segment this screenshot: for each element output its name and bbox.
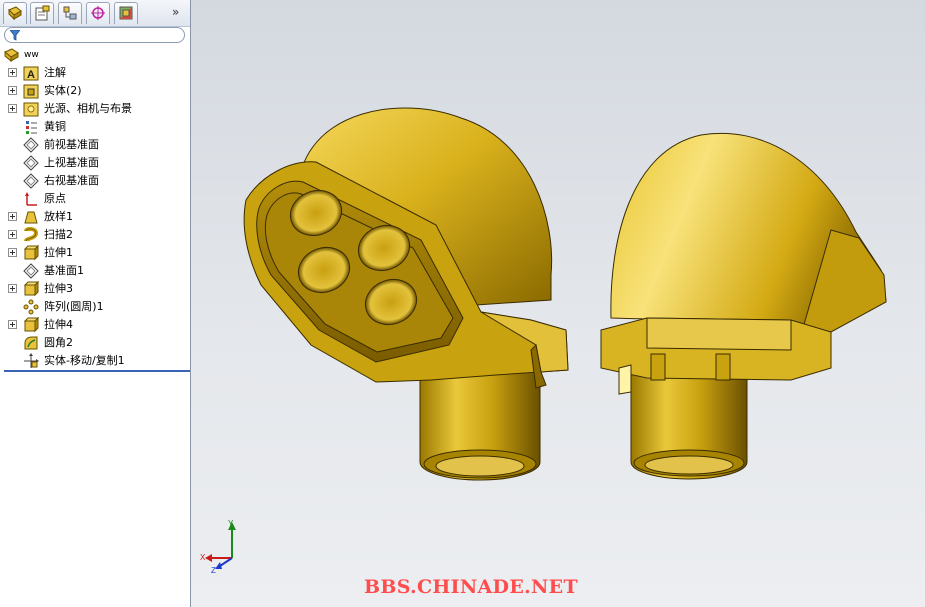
circular-pattern-icon [23, 299, 39, 315]
dimxpert-manager-tab[interactable] [86, 2, 110, 24]
extrude-icon [23, 317, 39, 333]
material-icon [26, 121, 37, 134]
property-manager-tab-icon [35, 5, 50, 21]
tree-item[interactable]: 实体(2) [0, 82, 190, 100]
feature-manager-panel: » ww A 注解实体(2) 光源、相机与布景 黄铜前视基准面上视基准面右视基准面原点… [0, 0, 191, 607]
filter-icon [10, 30, 20, 41]
expand-toggle-icon[interactable] [8, 212, 17, 221]
tree-item-label: 原点 [44, 192, 66, 205]
tree-root-part[interactable]: ww [0, 46, 190, 64]
tree-item[interactable]: 黄铜 [0, 118, 190, 136]
tree-item[interactable]: 阵列(圆周)1 [0, 298, 190, 316]
tree-item[interactable]: 拉伸1 [0, 244, 190, 262]
feature-manager-tab-icon [8, 6, 22, 21]
site-watermark: BBS.CHINADE.NET [364, 576, 578, 598]
configuration-manager-tab-icon [63, 6, 77, 20]
plane-icon [23, 137, 39, 153]
plane-icon [23, 155, 39, 171]
tree-item-label: 黄铜 [44, 120, 66, 133]
expand-toggle-icon[interactable] [8, 230, 17, 239]
triad-z-label: Z [211, 566, 216, 574]
tree-item-label: 扫描2 [44, 228, 73, 241]
tree-item-label: 实体-移动/复制1 [44, 354, 125, 367]
svg-text:A: A [27, 69, 35, 81]
rollback-bar[interactable] [4, 370, 190, 372]
tree-item[interactable]: 上视基准面 [0, 154, 190, 172]
tree-item[interactable]: 前视基准面 [0, 136, 190, 154]
tree-item-label: 基准面1 [44, 264, 84, 277]
tree-item-label: 注解 [44, 66, 66, 79]
configuration-manager-tab[interactable] [58, 2, 82, 24]
expand-toggle-icon[interactable] [8, 248, 17, 257]
tree-item[interactable]: 拉伸3 [0, 280, 190, 298]
graphics-viewport[interactable]: Y X Z [191, 0, 925, 607]
tree-item-label: 阵列(圆周)1 [44, 300, 104, 313]
tree-item[interactable]: A 注解 [0, 64, 190, 82]
expand-toggle-icon[interactable] [8, 86, 17, 95]
expand-toggle-icon[interactable] [8, 320, 17, 329]
tree-item[interactable]: 放样1 [0, 208, 190, 226]
move-copy-body-icon [24, 353, 39, 368]
property-manager-tab[interactable] [30, 2, 54, 24]
tree-item[interactable]: 基准面1 [0, 262, 190, 280]
lights-cameras-icon [23, 102, 39, 117]
sweep-icon [24, 227, 39, 242]
feature-filter-input[interactable] [4, 27, 185, 43]
fillet-icon [24, 336, 38, 350]
panel-tab-bar: » [0, 0, 190, 27]
triad-y-label: Y [228, 519, 234, 528]
tree-item-label: 光源、相机与布景 [44, 102, 132, 115]
part-icon [4, 48, 19, 63]
tree-item-label: 拉伸3 [44, 282, 73, 295]
triad-x-label: X [200, 553, 206, 562]
expand-toggle-icon[interactable] [8, 104, 17, 113]
expand-toggle-icon[interactable] [8, 68, 17, 77]
annotation-icon: A [23, 66, 39, 81]
tree-item-label: 拉伸4 [44, 318, 73, 331]
tree-root-label: ww [24, 50, 39, 60]
tree-item[interactable]: 实体-移动/复制1 [0, 352, 190, 370]
dimxpert-manager-tab-icon [91, 6, 105, 20]
tree-item[interactable]: 光源、相机与布景 [0, 100, 190, 118]
expand-toggle-icon[interactable] [8, 284, 17, 293]
view-orientation-triad: Y X Z [200, 519, 236, 574]
tree-item[interactable]: 圆角2 [0, 334, 190, 352]
solid-bodies-icon [23, 84, 39, 99]
tree-item-label: 放样1 [44, 210, 73, 223]
plane-icon [23, 173, 39, 189]
tree-item-label: 右视基准面 [44, 174, 99, 187]
more-tabs-chevron-icon[interactable]: » [172, 4, 186, 20]
tree-item[interactable]: 原点 [0, 190, 190, 208]
feature-manager-tab[interactable] [3, 2, 27, 24]
tree-item[interactable]: 拉伸4 [0, 316, 190, 334]
brass-fitting-models[interactable] [191, 0, 925, 607]
tree-item-label: 前视基准面 [44, 138, 99, 151]
tree-item-label: 拉伸1 [44, 246, 73, 259]
tree-item-label: 实体(2) [44, 84, 82, 97]
tree-item-label: 圆角2 [44, 336, 73, 349]
fitting-body-1[interactable] [243, 107, 569, 481]
display-manager-tab[interactable] [114, 2, 138, 24]
plane-icon [23, 263, 39, 279]
loft-icon [24, 211, 38, 224]
extrude-icon [23, 281, 39, 297]
fitting-body-2[interactable] [600, 132, 887, 480]
tree-item[interactable]: 扫描2 [0, 226, 190, 244]
tree-item[interactable]: 右视基准面 [0, 172, 190, 190]
display-manager-tab-icon [119, 6, 133, 20]
tree-item-label: 上视基准面 [44, 156, 99, 169]
extrude-icon [23, 245, 39, 261]
origin-icon [25, 192, 37, 206]
